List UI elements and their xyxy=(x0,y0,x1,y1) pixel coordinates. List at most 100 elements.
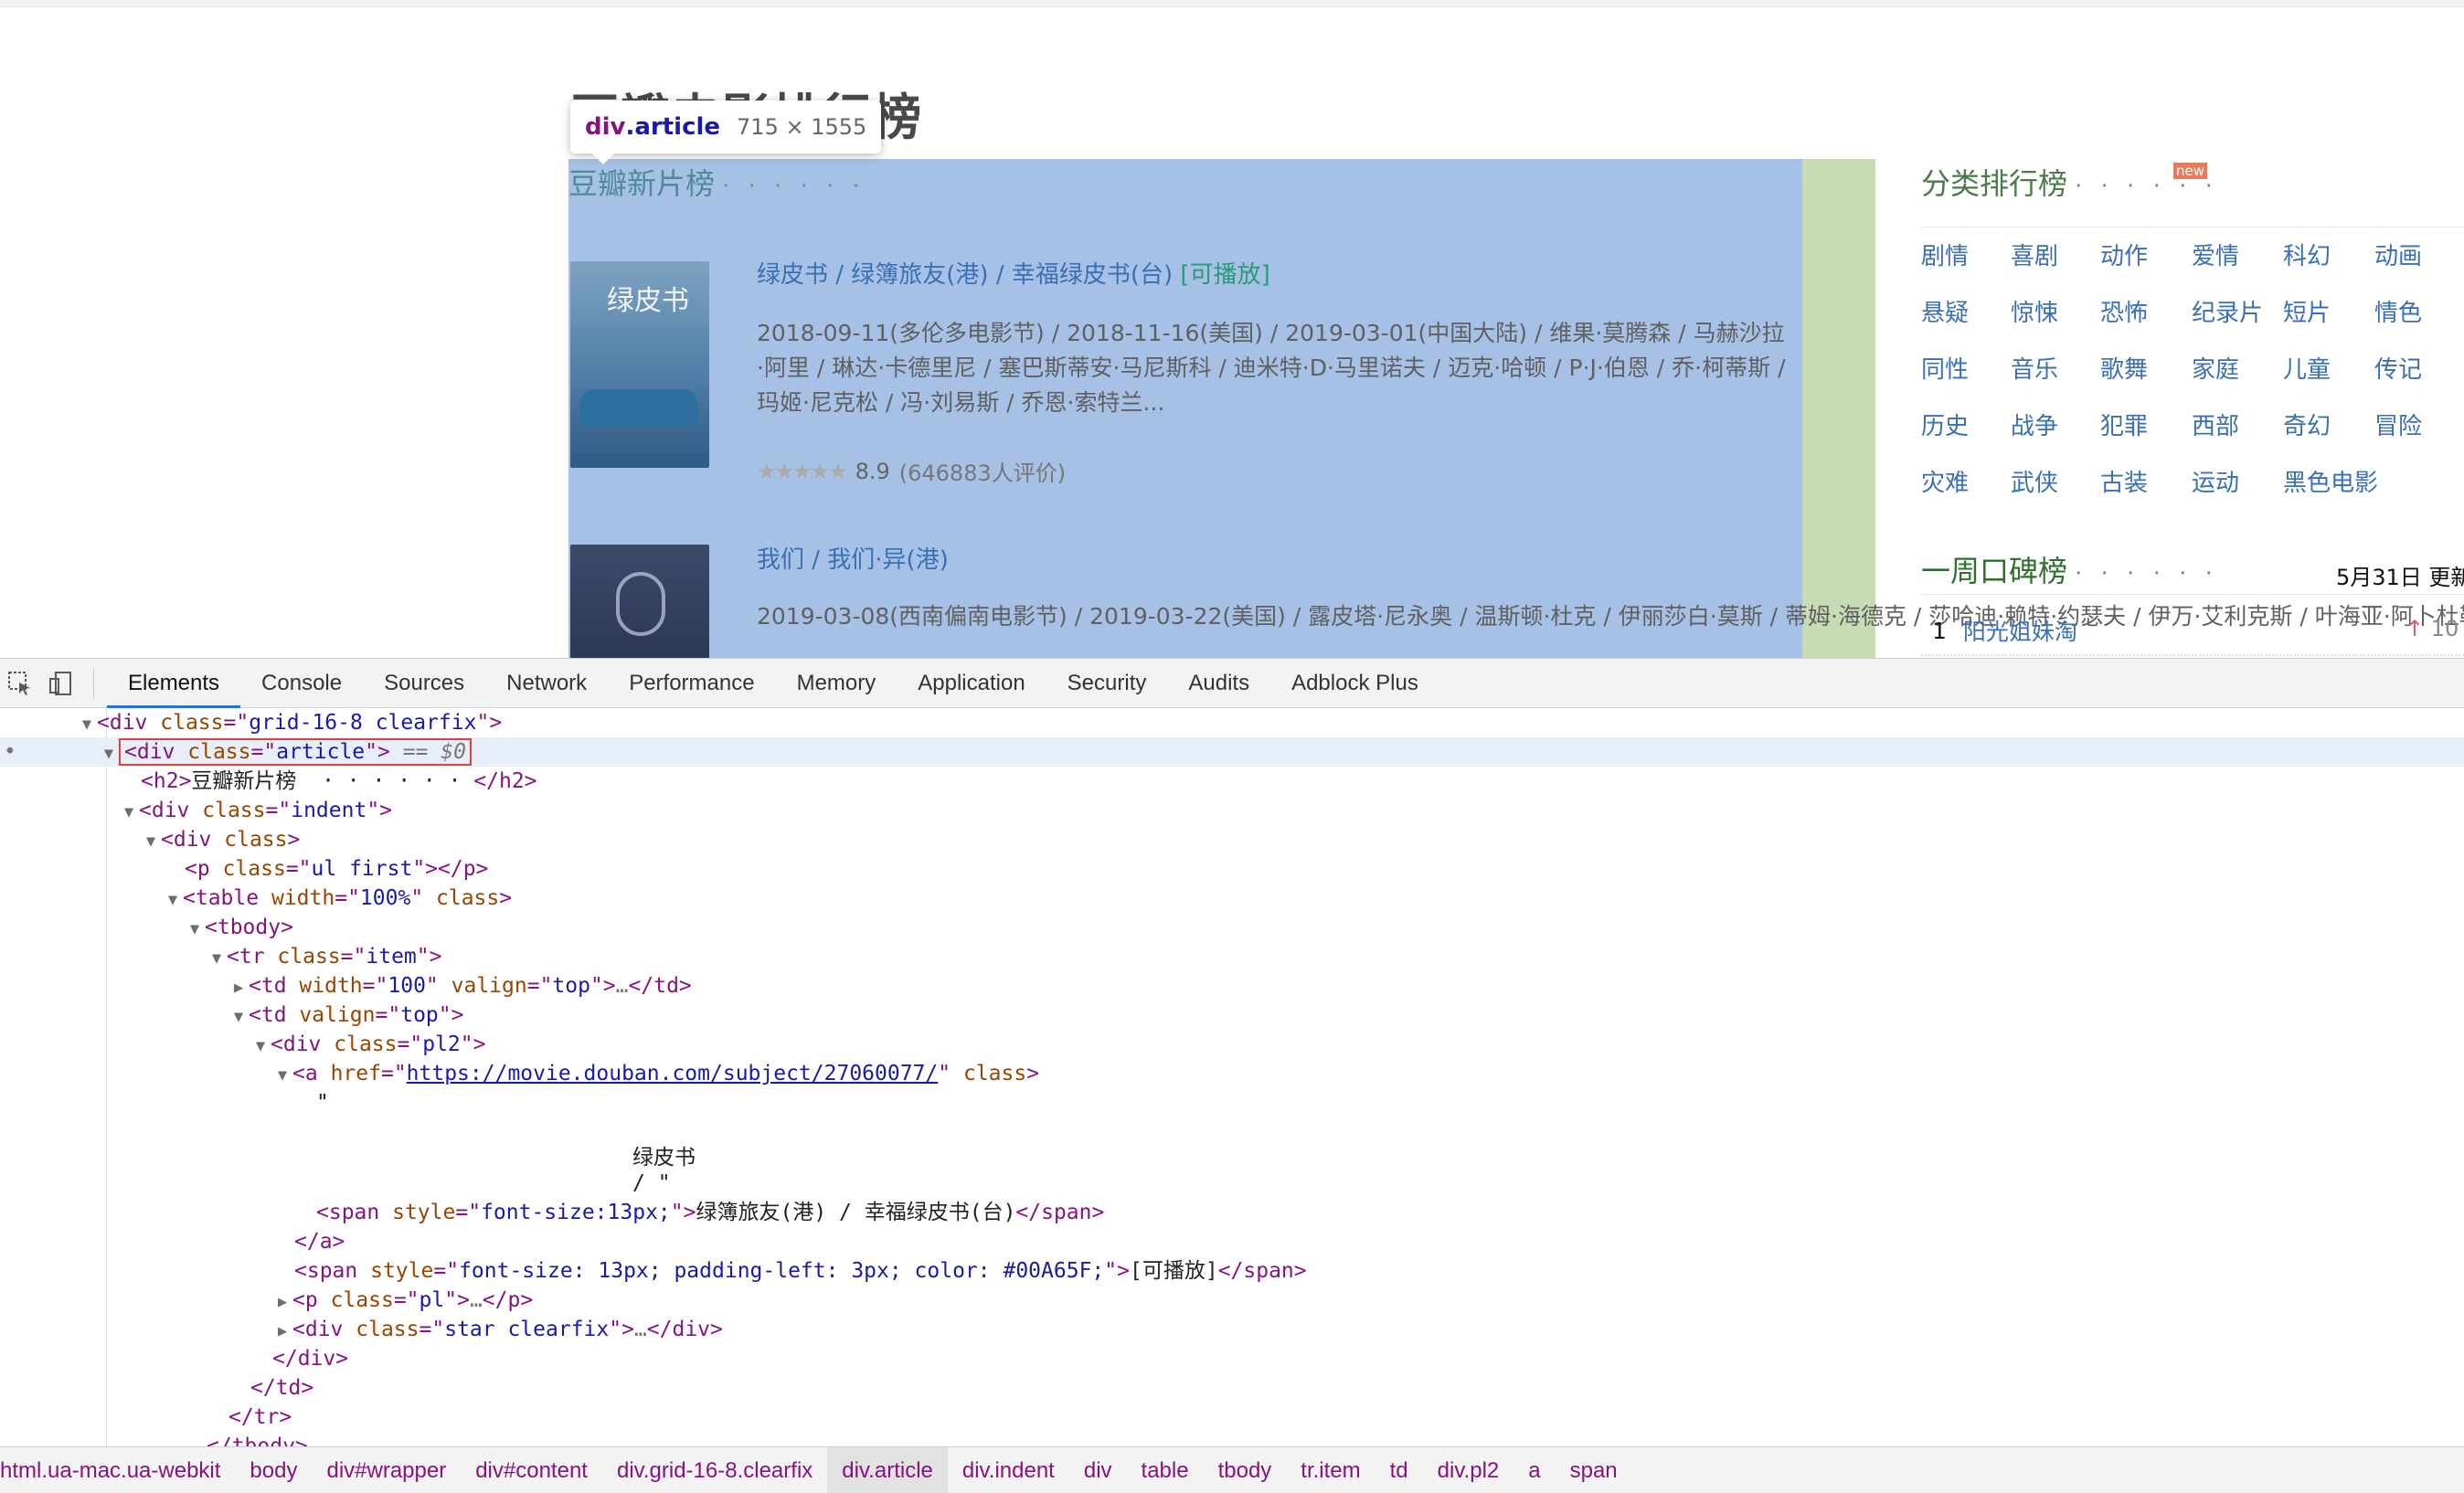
dom-node[interactable]: </a> xyxy=(294,1227,345,1256)
category-link[interactable]: 奇幻 xyxy=(2283,408,2331,441)
href-link[interactable]: https://movie.douban.com/subject/2706007… xyxy=(407,1062,939,1085)
dom-node[interactable]: ▼ <a href="https://movie.douban.com/subje… xyxy=(272,1059,1039,1088)
category-link[interactable]: 黑色电影 xyxy=(2283,464,2378,498)
breadcrumb-item[interactable]: div.grid-16-8.clearfix xyxy=(602,1447,827,1493)
dom-text-node[interactable]: " xyxy=(316,1088,329,1117)
tab-console[interactable]: Console xyxy=(240,659,363,708)
movie-description: 2019-03-08(西南偏南电影节) / 2019-03-22(美国) / 露… xyxy=(757,603,2464,630)
category-link[interactable]: 动画 xyxy=(2374,238,2422,271)
movie-description: 2018-09-11(多伦多电影节) / 2018-11-16(美国) / 20… xyxy=(757,320,1786,416)
dom-node[interactable]: </div> xyxy=(272,1344,348,1373)
tab-audits[interactable]: Audits xyxy=(1167,659,1270,708)
dom-node[interactable]: ▼ <div class="pl2"> xyxy=(250,1030,486,1059)
dom-node[interactable]: ▼ <div class> xyxy=(141,825,301,854)
breadcrumb-item[interactable]: div.article xyxy=(827,1447,948,1493)
category-link[interactable]: 剧情 xyxy=(1921,238,1969,271)
breadcrumb-item[interactable]: div.pl2 xyxy=(1423,1447,1514,1493)
category-link[interactable]: 儿童 xyxy=(2283,351,2331,385)
dom-node[interactable]: ▼ <div class="indent"> xyxy=(119,796,392,825)
breadcrumb-item[interactable]: div xyxy=(1069,1447,1127,1493)
tab-application[interactable]: Application xyxy=(897,659,1046,708)
breadcrumb-item[interactable]: tbody xyxy=(1204,1447,1287,1493)
movie-title-link[interactable]: 绿皮书 / 绿簿旅友(港) / 幸福绿皮书(台) [可播放] xyxy=(757,256,1270,290)
movie-poster-us[interactable] xyxy=(570,545,709,658)
breadcrumb-item[interactable]: tr.item xyxy=(1286,1447,1375,1493)
category-link[interactable]: 运动 xyxy=(2192,464,2239,498)
dom-node-selected[interactable]: • ▼ <div class="article"> == $0 xyxy=(0,737,2464,767)
category-link[interactable]: 武侠 xyxy=(2011,464,2058,498)
dom-node[interactable]: ▼ <table width="100%" class> xyxy=(163,884,512,913)
category-link[interactable]: 科幻 xyxy=(2283,238,2331,271)
inspect-element-icon[interactable] xyxy=(0,659,40,708)
category-link[interactable]: 爱情 xyxy=(2192,238,2239,271)
expand-triangle-icon: ▼ xyxy=(103,745,114,763)
collapse-triangle-icon: ▶ xyxy=(277,1293,288,1311)
breadcrumb-item[interactable]: td xyxy=(1375,1447,1423,1493)
expand-triangle-icon: ▼ xyxy=(81,715,92,734)
elements-dom-tree: ▼ <div class="grid-16-8 clearfix"> • ▼ <div… xyxy=(0,708,2464,1446)
breadcrumb-item[interactable]: body xyxy=(235,1447,312,1493)
tab-memory[interactable]: Memory xyxy=(776,659,897,708)
category-link[interactable]: 纪录片 xyxy=(2192,294,2263,328)
category-link[interactable]: 灾难 xyxy=(1921,464,1969,498)
toolbar-separator xyxy=(93,668,94,698)
tab-elements[interactable]: Elements xyxy=(107,659,240,708)
dom-text-node[interactable]: / " xyxy=(632,1169,671,1198)
category-link[interactable]: 古装 xyxy=(2100,464,2148,498)
category-link[interactable]: 喜剧 xyxy=(2011,238,2058,271)
movie-poster-green-book[interactable]: 绿皮书 xyxy=(570,261,709,468)
dom-node[interactable]: ▼ <tr class="item"> xyxy=(207,942,442,971)
category-link[interactable]: 动作 xyxy=(2100,238,2148,271)
breadcrumb-item[interactable]: div#wrapper xyxy=(312,1447,461,1493)
tab-security[interactable]: Security xyxy=(1046,659,1168,708)
category-link[interactable]: 短片 xyxy=(2283,294,2331,328)
dom-node[interactable]: <h2>豆瓣新片榜 · · · · · · </h2> xyxy=(141,767,537,796)
breadcrumb-item[interactable]: table xyxy=(1127,1447,1204,1493)
category-link[interactable]: 家庭 xyxy=(2192,351,2239,385)
category-link[interactable]: 历史 xyxy=(1921,408,1969,441)
dom-node[interactable]: <span style="font-size:13px;">绿簿旅友(港) / … xyxy=(316,1198,1104,1227)
dom-gutter-line xyxy=(106,708,107,1446)
category-link[interactable]: 战争 xyxy=(2011,408,2058,441)
dom-node[interactable]: ▼ <div class="grid-16-8 clearfix"> xyxy=(77,708,502,737)
tab-adblock-plus[interactable]: Adblock Plus xyxy=(1270,659,1439,708)
category-link[interactable]: 惊悚 xyxy=(2011,294,2058,328)
movie-title-link[interactable]: 我们 / 我们·异(港) xyxy=(757,541,949,575)
category-link[interactable]: 西部 xyxy=(2192,408,2239,441)
category-link[interactable]: 情色 xyxy=(2374,294,2422,328)
dom-node[interactable]: ▼ <tbody> xyxy=(185,913,293,942)
dom-node[interactable]: ▼ <td valign="top"> xyxy=(228,1001,464,1030)
rank-trend: ↑ 10 xyxy=(2406,616,2459,641)
category-link[interactable]: 悬疑 xyxy=(1921,294,1969,328)
dom-node[interactable]: </tr> xyxy=(228,1403,292,1432)
dom-node[interactable]: <p class="ul first"></p> xyxy=(185,854,488,884)
collapse-triangle-icon: ▶ xyxy=(277,1322,288,1340)
device-toolbar-icon[interactable] xyxy=(40,659,80,708)
dom-node[interactable]: </td> xyxy=(250,1373,313,1403)
category-link[interactable]: 冒险 xyxy=(2374,408,2422,441)
category-link[interactable]: 恐怖 xyxy=(2100,294,2148,328)
tab-performance[interactable]: Performance xyxy=(608,659,775,708)
breadcrumb-item[interactable]: a xyxy=(1513,1447,1555,1493)
dom-node[interactable]: </tbody> xyxy=(207,1432,308,1446)
breadcrumb-item[interactable]: div.indent xyxy=(948,1447,1069,1493)
expand-triangle-icon: ▼ xyxy=(189,920,200,938)
category-link[interactable]: 音乐 xyxy=(2011,351,2058,385)
dom-node[interactable]: ▶ <div class="star clearfix">…</div> xyxy=(272,1315,723,1344)
expand-triangle-icon: ▼ xyxy=(145,832,156,851)
rank-title-link[interactable]: 阳光姐妹淘 xyxy=(1963,614,2077,647)
category-link[interactable]: 犯罪 xyxy=(2100,408,2148,441)
category-link[interactable]: 歌舞 xyxy=(2100,351,2148,385)
category-link[interactable]: 传记 xyxy=(2374,351,2422,385)
breadcrumb-item[interactable]: div#content xyxy=(461,1447,602,1493)
dom-node[interactable]: ▶ <td width="100" valign="top">…</td> xyxy=(228,971,692,1001)
new-badge: new xyxy=(2173,163,2208,179)
playable-tag[interactable]: [可播放] xyxy=(1180,261,1269,289)
tab-network[interactable]: Network xyxy=(485,659,608,708)
breadcrumb-item[interactable]: html.ua-mac.ua-webkit xyxy=(0,1447,235,1493)
tab-sources[interactable]: Sources xyxy=(363,659,485,708)
dom-node[interactable]: ▶ <p class="pl">…</p> xyxy=(272,1286,533,1315)
category-link[interactable]: 同性 xyxy=(1921,351,1969,385)
breadcrumb-item[interactable]: span xyxy=(1556,1447,1632,1493)
dom-node[interactable]: <span style="font-size: 13px; padding-le… xyxy=(294,1256,1307,1286)
